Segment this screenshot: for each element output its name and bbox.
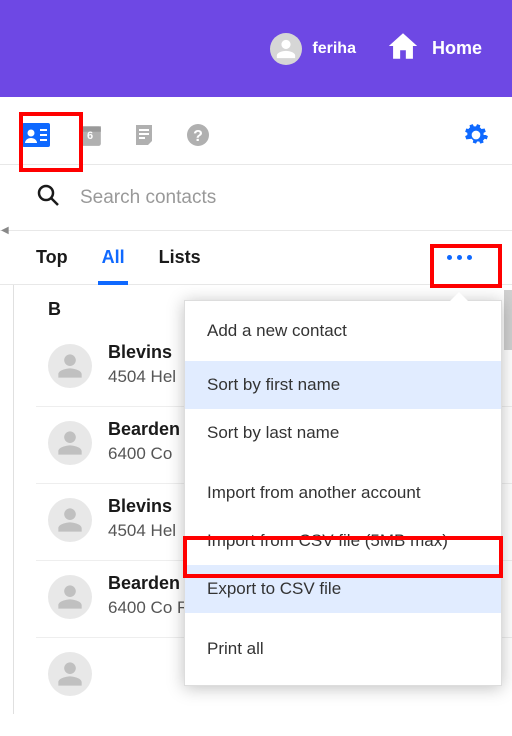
user-section[interactable]: feriha	[270, 33, 356, 65]
avatar-icon	[48, 421, 92, 465]
menu-sort-last-name[interactable]: Sort by last name	[185, 409, 501, 457]
dot-icon	[447, 255, 452, 260]
menu-import-account[interactable]: Import from another account	[185, 469, 501, 517]
calendar-day: 6	[76, 130, 104, 142]
avatar-icon	[48, 652, 92, 696]
avatar-icon	[48, 498, 92, 542]
notes-icon[interactable]	[130, 121, 158, 149]
user-avatar-icon	[270, 33, 302, 65]
settings-icon[interactable]	[462, 121, 490, 149]
username-label: feriha	[312, 40, 356, 58]
tab-top[interactable]: Top	[36, 231, 68, 284]
avatar-icon	[48, 575, 92, 619]
calendar-icon[interactable]: 6	[76, 121, 104, 149]
left-rail: ◀	[0, 285, 14, 714]
contact-name: Blevins	[108, 342, 176, 363]
search-row	[0, 165, 512, 231]
app-header: feriha Home	[0, 0, 512, 97]
menu-add-contact[interactable]: Add a new contact	[185, 301, 501, 349]
help-icon[interactable]: ?	[184, 121, 212, 149]
home-link[interactable]: Home	[386, 29, 482, 68]
contact-address: 4504 Hel	[108, 367, 176, 387]
menu-export-csv[interactable]: Export to CSV file	[185, 565, 501, 613]
home-label: Home	[432, 38, 482, 59]
svg-text:?: ?	[193, 128, 203, 145]
dot-icon	[467, 255, 472, 260]
search-icon	[36, 183, 60, 212]
contact-address: 4504 Hel	[108, 521, 176, 541]
home-icon	[386, 29, 420, 68]
contact-name: Bearden	[108, 419, 180, 440]
menu-import-csv[interactable]: Import from CSV file (5MB max)	[185, 517, 501, 565]
contacts-icon[interactable]	[22, 121, 50, 149]
tab-all[interactable]: All	[102, 231, 125, 284]
contact-address: 6400 Co	[108, 444, 180, 464]
tab-lists[interactable]: Lists	[159, 231, 201, 284]
context-menu: Add a new contact Sort by first name Sor…	[184, 300, 502, 686]
collapse-arrow-icon[interactable]: ◀	[1, 225, 9, 236]
scrollbar[interactable]	[504, 290, 512, 350]
toolbar: 6 ?	[0, 105, 512, 165]
menu-print-all[interactable]: Print all	[185, 625, 501, 673]
tabs-row: Top All Lists	[0, 231, 512, 285]
contact-name: Blevins	[108, 496, 176, 517]
more-options-button[interactable]	[437, 249, 482, 266]
menu-sort-first-name[interactable]: Sort by first name	[185, 361, 501, 409]
dot-icon	[457, 255, 462, 260]
avatar-icon	[48, 344, 92, 388]
search-input[interactable]	[80, 187, 482, 209]
